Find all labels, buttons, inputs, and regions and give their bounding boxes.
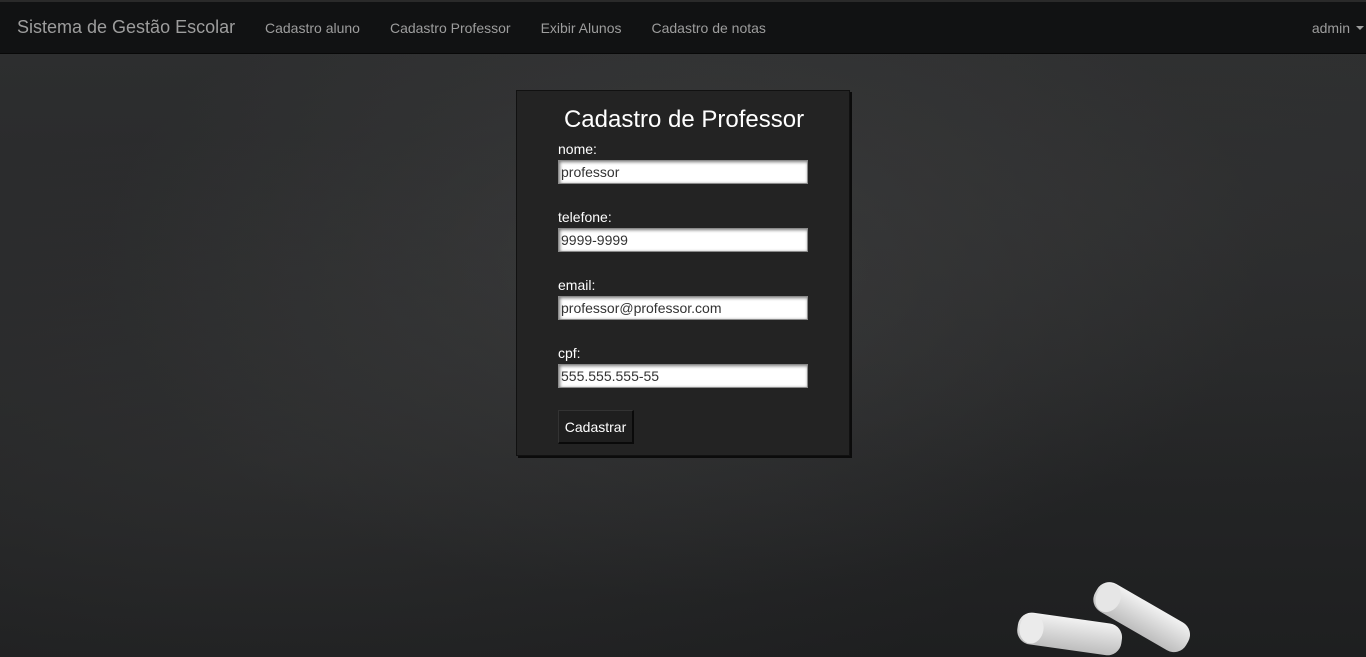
top-navbar: Sistema de Gestão Escolar Cadastro aluno… (0, 0, 1366, 54)
email-input[interactable] (558, 296, 808, 320)
navbar-brand[interactable]: Sistema de Gestão Escolar (17, 17, 235, 38)
chalk-pieces-decoration (1017, 582, 1191, 656)
user-name: admin (1311, 20, 1350, 36)
telefone-input[interactable] (558, 228, 808, 252)
nav-link-cadastro-aluno[interactable]: Cadastro aluno (250, 20, 375, 36)
nav-link-cadastro-notas[interactable]: Cadastro de notas (637, 20, 781, 36)
cpf-label: cpf: (558, 345, 581, 361)
nome-input[interactable] (558, 160, 808, 184)
nome-label: nome: (558, 141, 597, 157)
nav-link-cadastro-professor[interactable]: Cadastro Professor (375, 20, 526, 36)
caret-down-icon (1356, 26, 1364, 30)
teacher-registration-form: Cadastro de Professor nome: telefone: em… (516, 90, 850, 456)
cadastrar-button[interactable]: Cadastrar (558, 410, 634, 444)
user-menu-dropdown[interactable]: admin (1312, 2, 1364, 54)
form-title: Cadastro de Professor (563, 106, 805, 133)
nav-links: Cadastro aluno Cadastro Professor Exibir… (250, 2, 781, 54)
nav-link-exibir-alunos[interactable]: Exibir Alunos (526, 20, 637, 36)
email-label: email: (558, 277, 596, 293)
cpf-input[interactable] (558, 364, 808, 388)
telefone-label: telefone: (558, 209, 612, 225)
